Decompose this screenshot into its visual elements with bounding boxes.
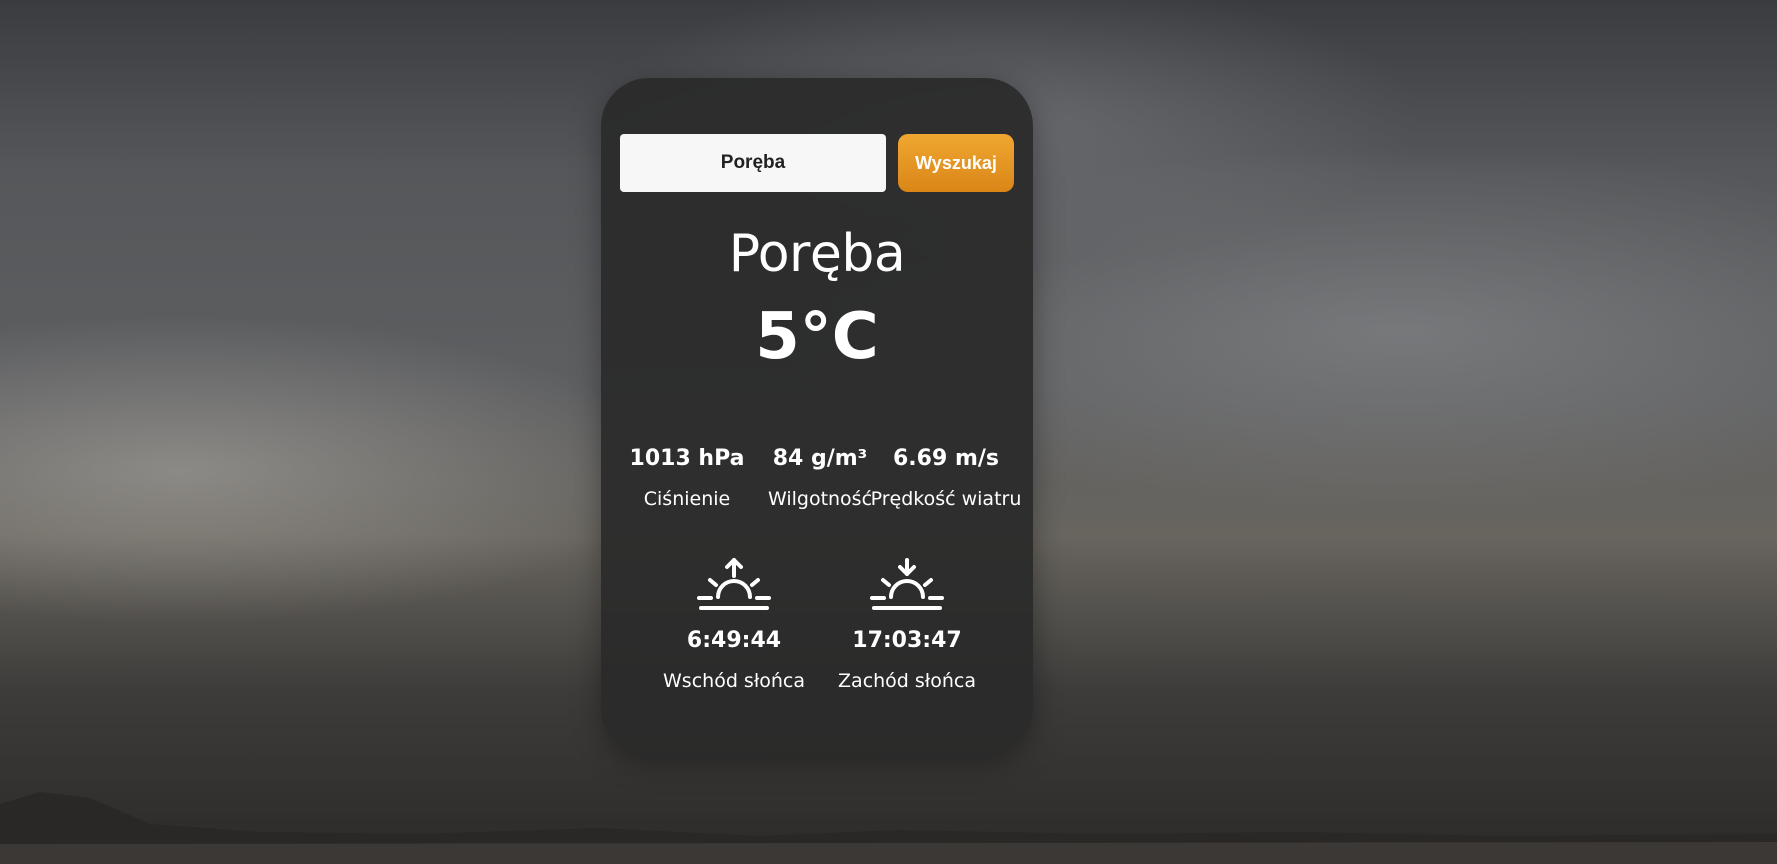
wind-speed-label: Prędkość wiatru — [870, 488, 1022, 510]
temperature: 5°C — [755, 300, 879, 374]
weather-stats: 1013 hPa Ciśnienie 84 g/m³ Wilgotność 6.… — [601, 444, 1033, 524]
wind-speed-stat: 6.69 m/s Prędkość wiatru — [867, 444, 1025, 512]
sunrise-block: 6:49:44 Wschód słońca — [644, 556, 824, 694]
city-name: Poręba — [728, 224, 906, 284]
pressure-value: 1013 hPa — [629, 446, 745, 471]
pressure-stat: 1013 hPa Ciśnienie — [613, 444, 761, 512]
sunset-label: Zachód słońca — [838, 670, 976, 692]
sunrise-icon — [697, 558, 771, 610]
city-search-input[interactable] — [620, 134, 886, 192]
sunset-block: 17:03:47 Zachód słońca — [817, 556, 997, 694]
sunset-time: 17:03:47 — [852, 628, 962, 653]
sunset-icon — [870, 558, 944, 610]
weather-card: Wyszukaj Poręba 5°C 1013 hPa Ciśnienie 8… — [601, 78, 1033, 756]
search-button[interactable]: Wyszukaj — [898, 134, 1014, 192]
wind-speed-value: 6.69 m/s — [893, 446, 999, 471]
pressure-label: Ciśnienie — [643, 488, 731, 510]
sunrise-label: Wschód słońca — [663, 670, 805, 692]
search-bar: Wyszukaj — [620, 134, 1014, 192]
sunrise-time: 6:49:44 — [686, 628, 782, 653]
city-skyline-image — [0, 792, 1777, 864]
